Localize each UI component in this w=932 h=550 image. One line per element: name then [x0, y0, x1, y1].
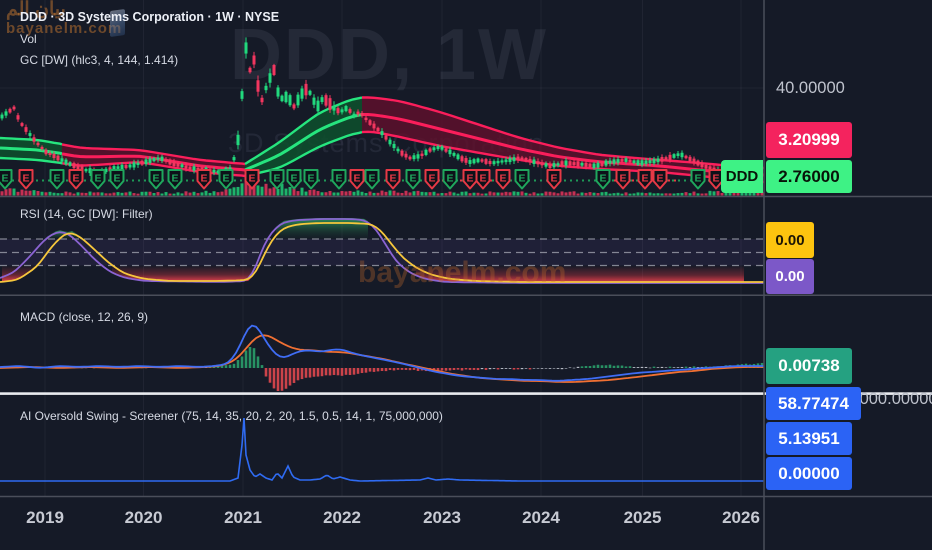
earnings-badge[interactable]: E: [639, 170, 652, 189]
svg-text:E: E: [389, 172, 396, 184]
svg-text:E: E: [200, 172, 207, 184]
svg-text:E: E: [466, 172, 473, 184]
svg-text:E: E: [599, 172, 606, 184]
earnings-badge[interactable]: E: [516, 170, 529, 189]
svg-text:E: E: [641, 172, 648, 184]
screener-value-badge-1: 58.77474: [766, 387, 861, 420]
earnings-badge[interactable]: E: [444, 170, 457, 189]
year-label: 2019: [26, 508, 64, 528]
svg-text:E: E: [619, 172, 626, 184]
svg-text:E: E: [446, 172, 453, 184]
price-axis-label: 40.00000: [776, 79, 845, 98]
svg-text:E: E: [22, 172, 29, 184]
svg-text:E: E: [353, 172, 360, 184]
earnings-badge[interactable]: E: [692, 170, 705, 189]
symbol-legend[interactable]: DDD · 3D Systems Corporation · 1W · NYSE: [20, 10, 279, 24]
earnings-badge[interactable]: E: [654, 170, 667, 189]
earnings-badge[interactable]: E: [497, 170, 510, 189]
screener-legend[interactable]: AI Oversold Swing - Screener (75, 14, 35…: [20, 409, 443, 423]
svg-text:E: E: [248, 172, 255, 184]
year-label: 2022: [323, 508, 361, 528]
earnings-badge[interactable]: E: [20, 170, 33, 189]
rsi-lower-badge: 0.00: [766, 259, 814, 294]
svg-text:E: E: [1, 172, 8, 184]
earnings-badge[interactable]: E: [617, 170, 630, 189]
rsi-legend[interactable]: RSI (14, GC [DW]: Filter): [20, 207, 153, 221]
macd-legend[interactable]: MACD (close, 12, 26, 9): [20, 310, 148, 324]
svg-text:E: E: [656, 172, 663, 184]
year-label: 2020: [125, 508, 163, 528]
tradingview-chart-window: DDD, 1W 3D Systems Corporation EEEEEEEEE…: [0, 0, 932, 550]
gc-indicator-legend[interactable]: GC [DW] (hlc3, 4, 144, 1.414): [20, 53, 178, 67]
earnings-badge[interactable]: E: [426, 170, 439, 189]
earnings-badge[interactable]: E: [0, 170, 12, 189]
macd-panel[interactable]: [0, 326, 764, 391]
svg-text:E: E: [273, 172, 280, 184]
screener-value-badge-3: 0.00000: [766, 457, 852, 490]
year-label: 2023: [423, 508, 461, 528]
svg-text:E: E: [409, 172, 416, 184]
earnings-badge[interactable]: E: [548, 170, 561, 189]
earnings-badge[interactable]: E: [366, 170, 379, 189]
earnings-badge[interactable]: E: [387, 170, 400, 189]
svg-text:E: E: [222, 172, 229, 184]
earnings-badge[interactable]: E: [111, 170, 124, 189]
screener-value-badge-2: 5.13951: [766, 422, 852, 455]
band-price-badge: 3.20999: [766, 122, 852, 158]
svg-text:E: E: [171, 172, 178, 184]
last-price-badge: 2.76000: [766, 160, 852, 193]
svg-text:E: E: [518, 172, 525, 184]
earnings-badge[interactable]: E: [351, 170, 364, 189]
earnings-badge[interactable]: E: [407, 170, 420, 189]
time-axis[interactable]: 2019 2020 2021 2022 2023 2024 2025 2026: [0, 497, 932, 550]
earnings-badge[interactable]: E: [333, 170, 346, 189]
svg-text:E: E: [53, 172, 60, 184]
svg-text:E: E: [499, 172, 506, 184]
year-label: 2026: [722, 508, 760, 528]
earnings-badge[interactable]: E: [220, 170, 233, 189]
svg-text:E: E: [72, 172, 79, 184]
svg-text:E: E: [113, 172, 120, 184]
svg-text:E: E: [335, 172, 342, 184]
earnings-badge[interactable]: E: [198, 170, 211, 189]
svg-text:E: E: [428, 172, 435, 184]
screener-panel[interactable]: [0, 418, 764, 481]
earnings-badge[interactable]: E: [92, 170, 105, 189]
earnings-badge[interactable]: E: [597, 170, 610, 189]
year-label: 2024: [522, 508, 560, 528]
earnings-badge[interactable]: E: [464, 170, 477, 189]
svg-text:E: E: [712, 172, 719, 184]
earnings-badge[interactable]: E: [150, 170, 163, 189]
earnings-badge[interactable]: E: [169, 170, 182, 189]
svg-text:E: E: [290, 172, 297, 184]
earnings-badge[interactable]: E: [477, 170, 490, 189]
year-label: 2025: [624, 508, 662, 528]
earnings-badge[interactable]: E: [305, 170, 318, 189]
ticker-badge: DDD: [721, 160, 763, 193]
earnings-badge[interactable]: E: [288, 170, 301, 189]
svg-text:E: E: [694, 172, 701, 184]
svg-text:E: E: [94, 172, 101, 184]
year-label: 2021: [224, 508, 262, 528]
svg-text:E: E: [479, 172, 486, 184]
clipped-axis-label: ,000.00000: [855, 390, 932, 409]
watermark-site: bayanelm.com: [358, 256, 566, 290]
rsi-upper-badge: 0.00: [766, 222, 814, 258]
svg-text:E: E: [368, 172, 375, 184]
macd-value-badge: 0.00738: [766, 348, 852, 384]
volume-legend[interactable]: Vol: [20, 32, 37, 46]
svg-text:E: E: [307, 172, 314, 184]
svg-text:E: E: [152, 172, 159, 184]
earnings-badge[interactable]: E: [51, 170, 64, 189]
earnings-badge[interactable]: E: [70, 170, 83, 189]
svg-text:E: E: [550, 172, 557, 184]
